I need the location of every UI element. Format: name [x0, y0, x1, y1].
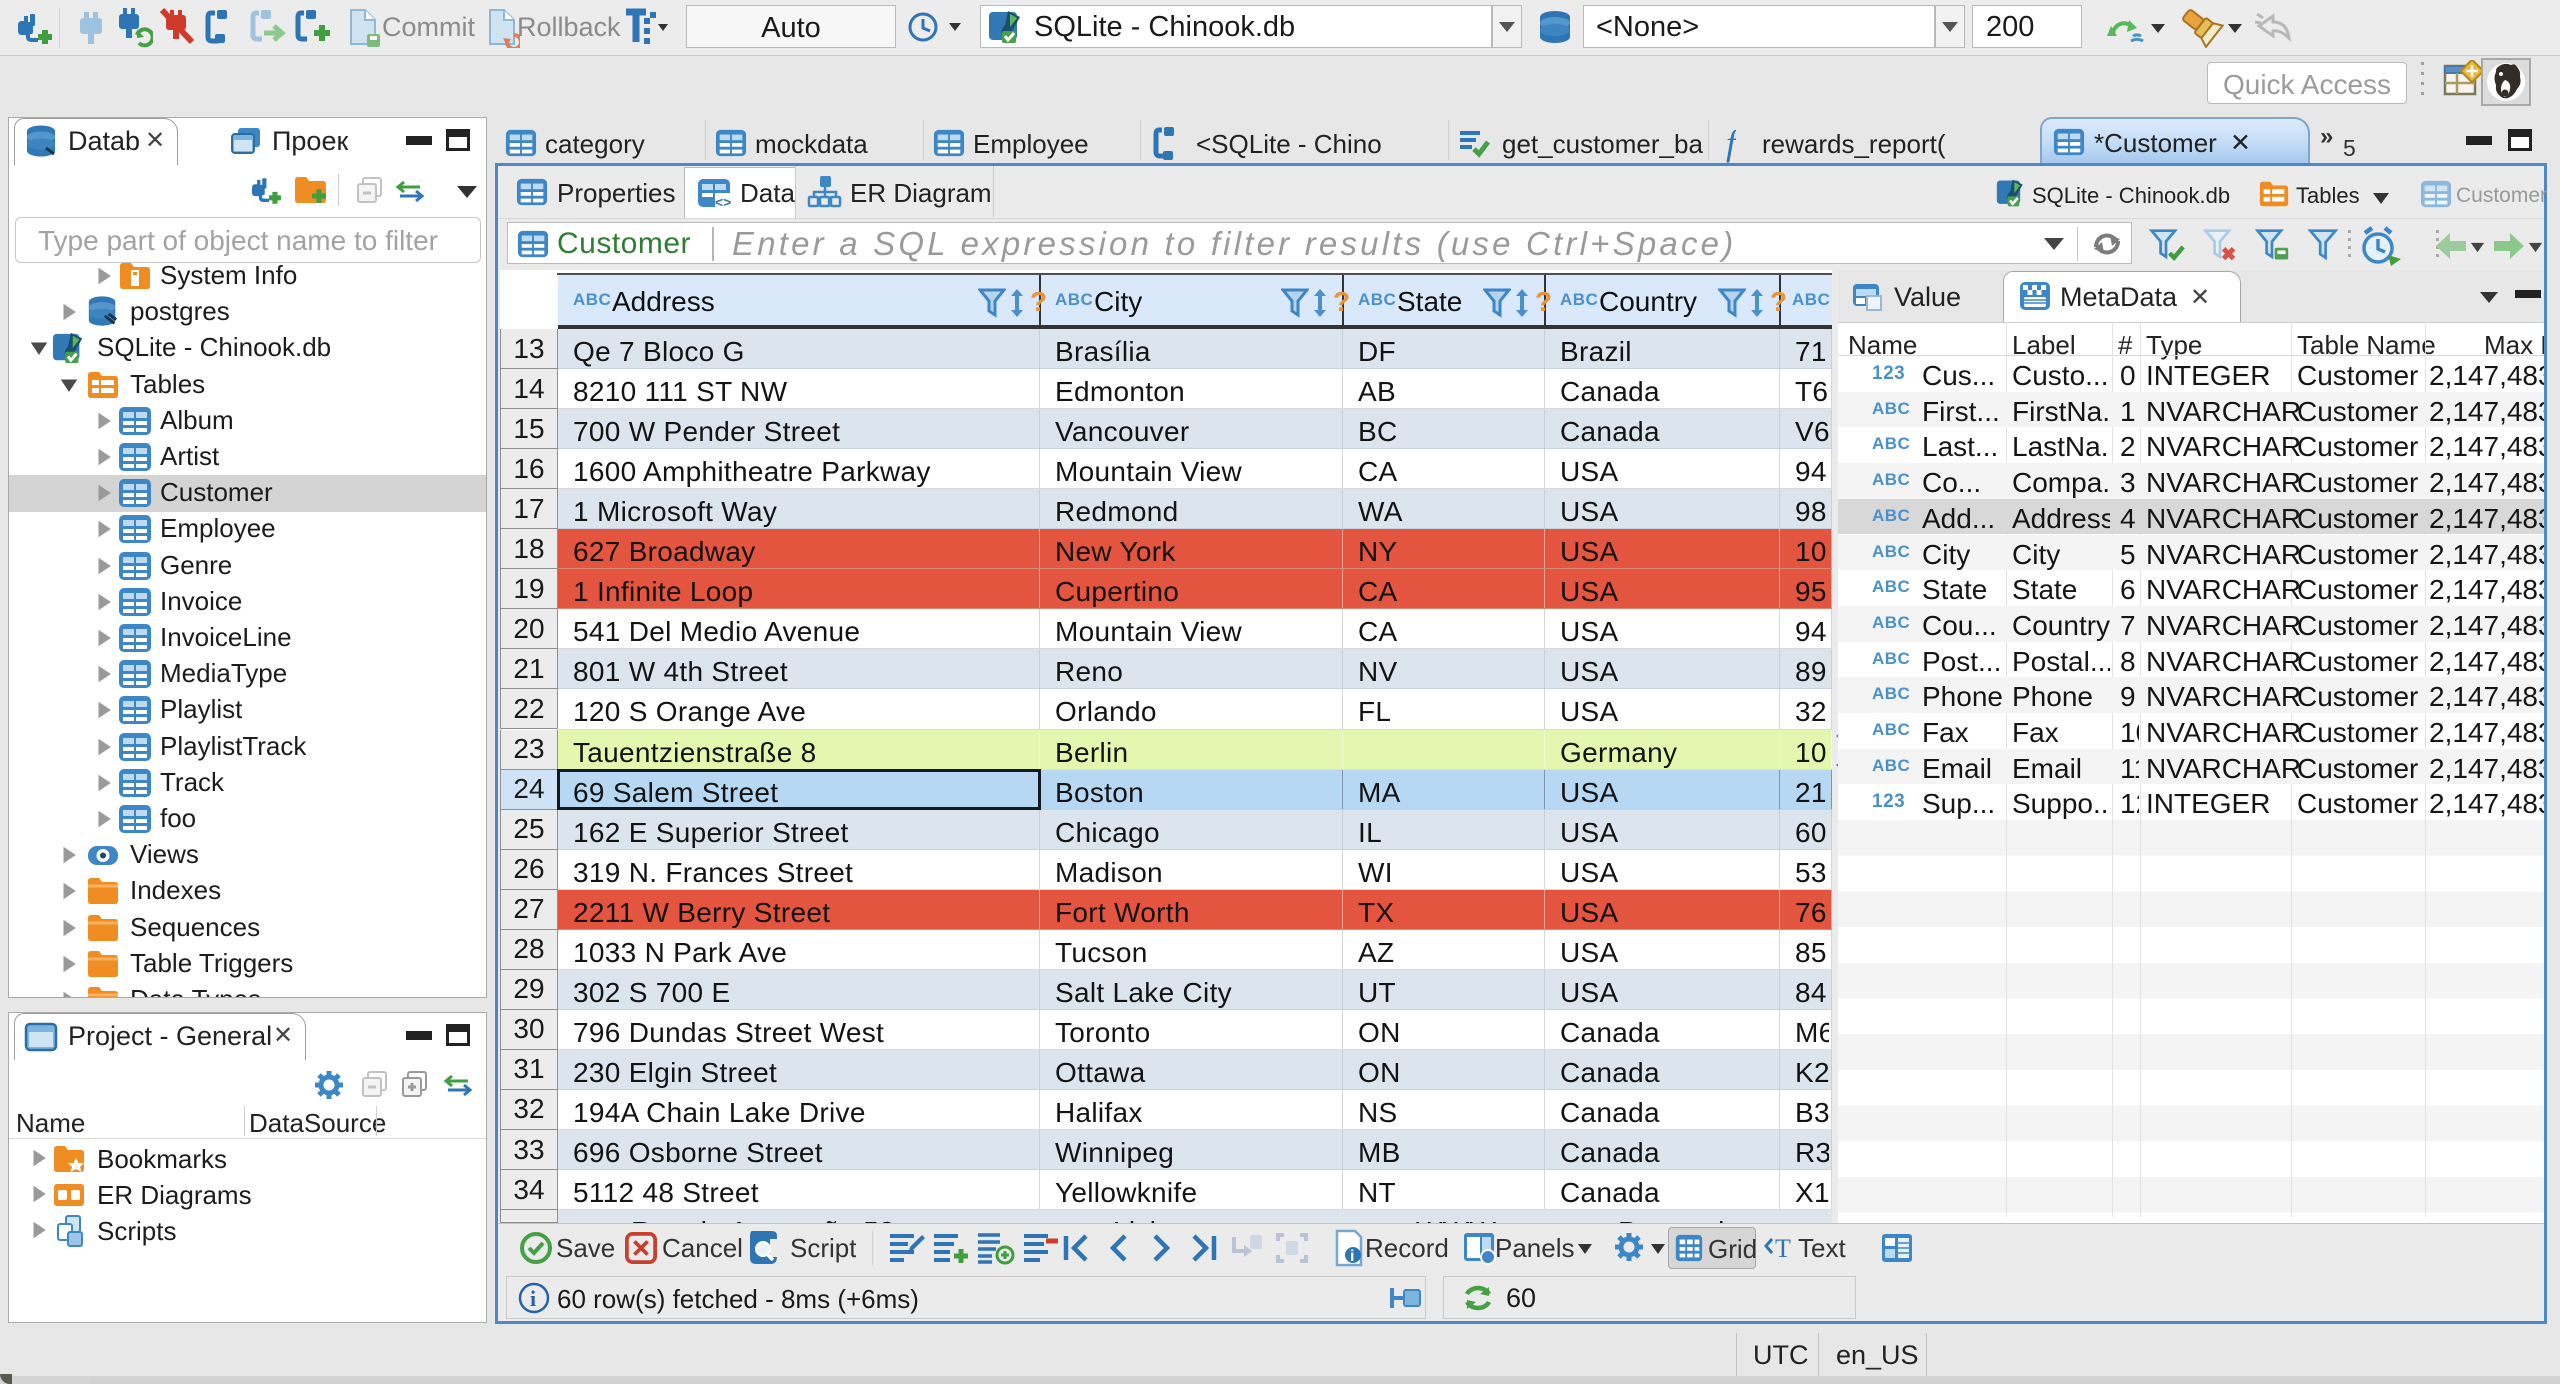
svg-text:i: i [530, 1286, 536, 1311]
svg-text:<>: <> [715, 194, 731, 210]
svg-text:T: T [1775, 1234, 1791, 1263]
svg-text:i: i [1350, 1248, 1354, 1265]
